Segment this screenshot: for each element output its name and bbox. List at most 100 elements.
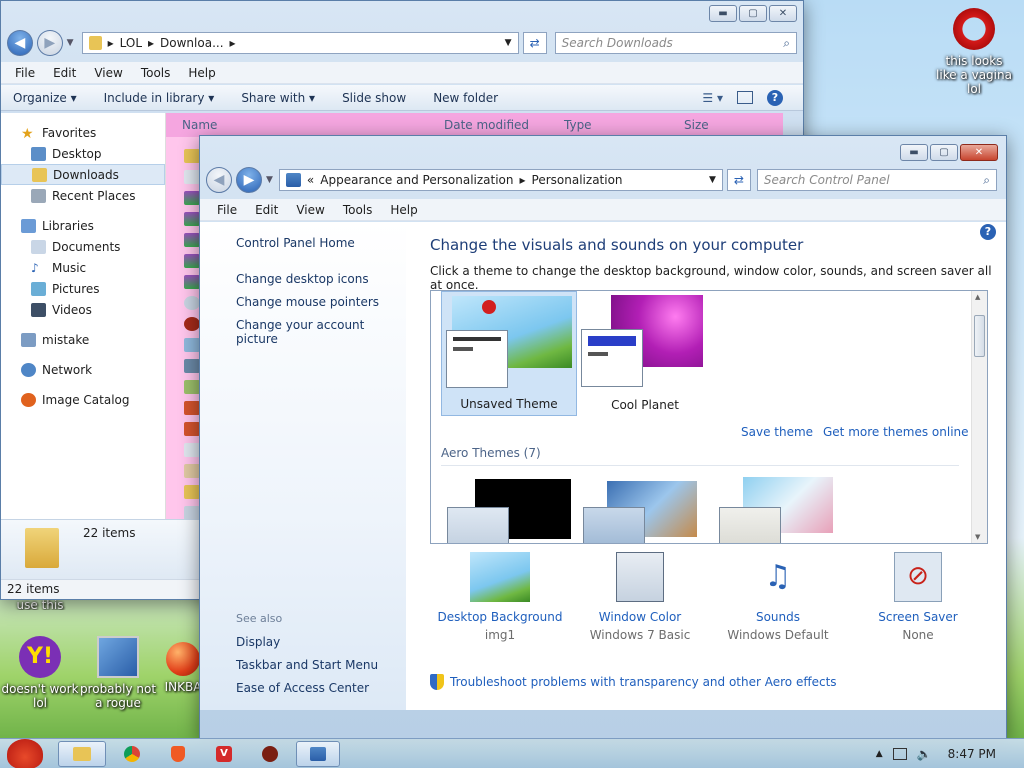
- link-change-mouse-pointers[interactable]: Change mouse pointers: [236, 295, 379, 309]
- refresh-button[interactable]: ⇄: [726, 169, 751, 191]
- sounds-item[interactable]: ♫ Sounds Windows Default: [708, 552, 848, 642]
- nav-favorites[interactable]: ★ Favorites: [1, 122, 165, 143]
- menu-help[interactable]: Help: [381, 203, 426, 217]
- share-with-button[interactable]: Share with ▾: [229, 91, 330, 105]
- chevron-down-icon[interactable]: ▼: [67, 38, 74, 48]
- file-icon[interactable]: [184, 464, 200, 478]
- control-panel-window[interactable]: ▬ ▢ ✕ ◀ ▶ ▼ « Appearance and Personaliza…: [199, 135, 1007, 739]
- menu-tools[interactable]: Tools: [334, 203, 382, 217]
- breadcrumb-item[interactable]: LOL: [120, 36, 142, 50]
- clock[interactable]: 8:47 PM: [948, 747, 996, 761]
- nav-mistake[interactable]: mistake: [1, 329, 165, 350]
- file-icon[interactable]: [184, 275, 200, 289]
- menu-tools[interactable]: Tools: [132, 66, 180, 80]
- chevron-down-icon[interactable]: ▼: [709, 175, 716, 185]
- network-tray-icon[interactable]: [892, 748, 907, 760]
- taskbar-explorer[interactable]: [58, 740, 106, 767]
- link-taskbar-start-menu[interactable]: Taskbar and Start Menu: [236, 658, 378, 672]
- desktop-background-item[interactable]: Desktop Background img1: [430, 552, 570, 642]
- help-icon[interactable]: ?: [767, 89, 783, 106]
- breadcrumb-item[interactable]: Downloa...: [160, 36, 223, 50]
- file-icon[interactable]: [184, 485, 200, 499]
- preview-pane-icon[interactable]: [737, 91, 753, 104]
- nav-image-catalog[interactable]: Image Catalog: [1, 389, 165, 410]
- forward-button[interactable]: ▶: [236, 167, 262, 193]
- menu-view[interactable]: View: [287, 203, 333, 217]
- screen-saver-item[interactable]: ⊘ Screen Saver None: [848, 552, 988, 642]
- start-button[interactable]: [0, 738, 50, 768]
- help-icon[interactable]: ?: [980, 224, 996, 240]
- taskbar-angry-bird[interactable]: [250, 741, 290, 767]
- window-color-item[interactable]: Window Color Windows 7 Basic: [570, 552, 710, 642]
- file-icon[interactable]: [184, 506, 200, 520]
- menu-file[interactable]: File: [1, 66, 44, 80]
- slide-show-button[interactable]: Slide show: [330, 91, 421, 105]
- column-size[interactable]: Size: [684, 118, 709, 132]
- file-icon[interactable]: [184, 443, 200, 457]
- breadcrumb-item[interactable]: Appearance and Personalization: [320, 173, 513, 187]
- theme-cool-planet[interactable]: Cool Planet: [577, 291, 713, 416]
- maximize-button[interactable]: ▢: [930, 144, 958, 161]
- breadcrumb-item[interactable]: Personalization: [532, 173, 623, 187]
- nav-downloads[interactable]: Downloads: [1, 164, 165, 185]
- file-icon[interactable]: [184, 401, 200, 415]
- search-input[interactable]: Search Control Panel ⌕: [756, 169, 997, 191]
- taskbar-vivaldi[interactable]: V: [204, 741, 244, 767]
- view-options-icon[interactable]: ☰ ▾: [702, 91, 723, 105]
- close-button[interactable]: ✕: [769, 5, 797, 22]
- file-icon[interactable]: [184, 212, 200, 226]
- back-button[interactable]: ◀: [206, 167, 232, 193]
- nav-recent-places[interactable]: Recent Places: [1, 185, 165, 206]
- link-change-account-picture[interactable]: Change your account picture: [236, 318, 406, 346]
- volume-icon[interactable]: 🔈: [917, 747, 932, 761]
- aero-theme[interactable]: [441, 469, 577, 543]
- taskbar-control-panel[interactable]: [296, 740, 340, 767]
- close-button[interactable]: ✕: [960, 144, 998, 161]
- chevron-down-icon[interactable]: ▼: [266, 175, 273, 185]
- file-icon[interactable]: [184, 191, 200, 205]
- address-bar[interactable]: ▸ LOL ▸ Downloa... ▸ ▼: [81, 32, 519, 54]
- nav-documents[interactable]: Documents: [1, 236, 165, 257]
- show-hidden-icons[interactable]: ▲: [876, 749, 883, 759]
- nav-videos[interactable]: Videos: [1, 299, 165, 320]
- menu-edit[interactable]: Edit: [246, 203, 287, 217]
- theme-list[interactable]: Unsaved Theme Cool Planet Save theme Get…: [430, 290, 988, 544]
- file-icon[interactable]: [184, 149, 200, 163]
- file-icon[interactable]: [184, 296, 200, 310]
- search-input[interactable]: Search Downloads ⌕: [554, 32, 797, 54]
- theme-list-scrollbar[interactable]: ▲ ▼: [971, 291, 987, 543]
- desktop-icon-yahoo[interactable]: Y! doesn't work lol: [0, 636, 80, 710]
- save-theme-link[interactable]: Save theme: [741, 425, 813, 439]
- file-icon[interactable]: [184, 233, 200, 247]
- back-button[interactable]: ◀: [7, 30, 33, 56]
- taskbar-chrome[interactable]: [112, 741, 152, 767]
- get-more-themes-link[interactable]: Get more themes online: [823, 425, 969, 439]
- nav-network[interactable]: Network: [1, 359, 165, 380]
- minimize-button[interactable]: ▬: [900, 144, 928, 161]
- file-icon[interactable]: [184, 170, 200, 184]
- theme-unsaved[interactable]: Unsaved Theme: [441, 291, 577, 416]
- file-icon[interactable]: [184, 254, 200, 268]
- scrollbar-thumb[interactable]: [974, 315, 985, 357]
- desktop-icon-opera[interactable]: this looks like a vagina lol: [934, 8, 1014, 96]
- menu-view[interactable]: View: [85, 66, 131, 80]
- menu-help[interactable]: Help: [179, 66, 224, 80]
- file-icon[interactable]: [184, 338, 200, 352]
- file-icon[interactable]: [184, 422, 200, 436]
- troubleshoot-link[interactable]: Troubleshoot problems with transparency …: [430, 674, 837, 690]
- minimize-button[interactable]: ▬: [709, 5, 737, 22]
- link-control-panel-home[interactable]: Control Panel Home: [236, 236, 355, 250]
- nav-desktop[interactable]: Desktop: [1, 143, 165, 164]
- menu-edit[interactable]: Edit: [44, 66, 85, 80]
- file-icon[interactable]: [184, 359, 200, 373]
- link-ease-of-access[interactable]: Ease of Access Center: [236, 681, 369, 695]
- desktop-icon-rogue[interactable]: probably not a rogue: [78, 636, 158, 710]
- menu-file[interactable]: File: [200, 203, 246, 217]
- file-icon[interactable]: [184, 380, 200, 394]
- forward-button[interactable]: ▶: [36, 30, 63, 56]
- column-type[interactable]: Type: [564, 118, 592, 132]
- aero-theme[interactable]: [577, 469, 713, 543]
- column-date-modified[interactable]: Date modified: [444, 118, 529, 132]
- link-change-desktop-icons[interactable]: Change desktop icons: [236, 272, 369, 286]
- nav-pictures[interactable]: Pictures: [1, 278, 165, 299]
